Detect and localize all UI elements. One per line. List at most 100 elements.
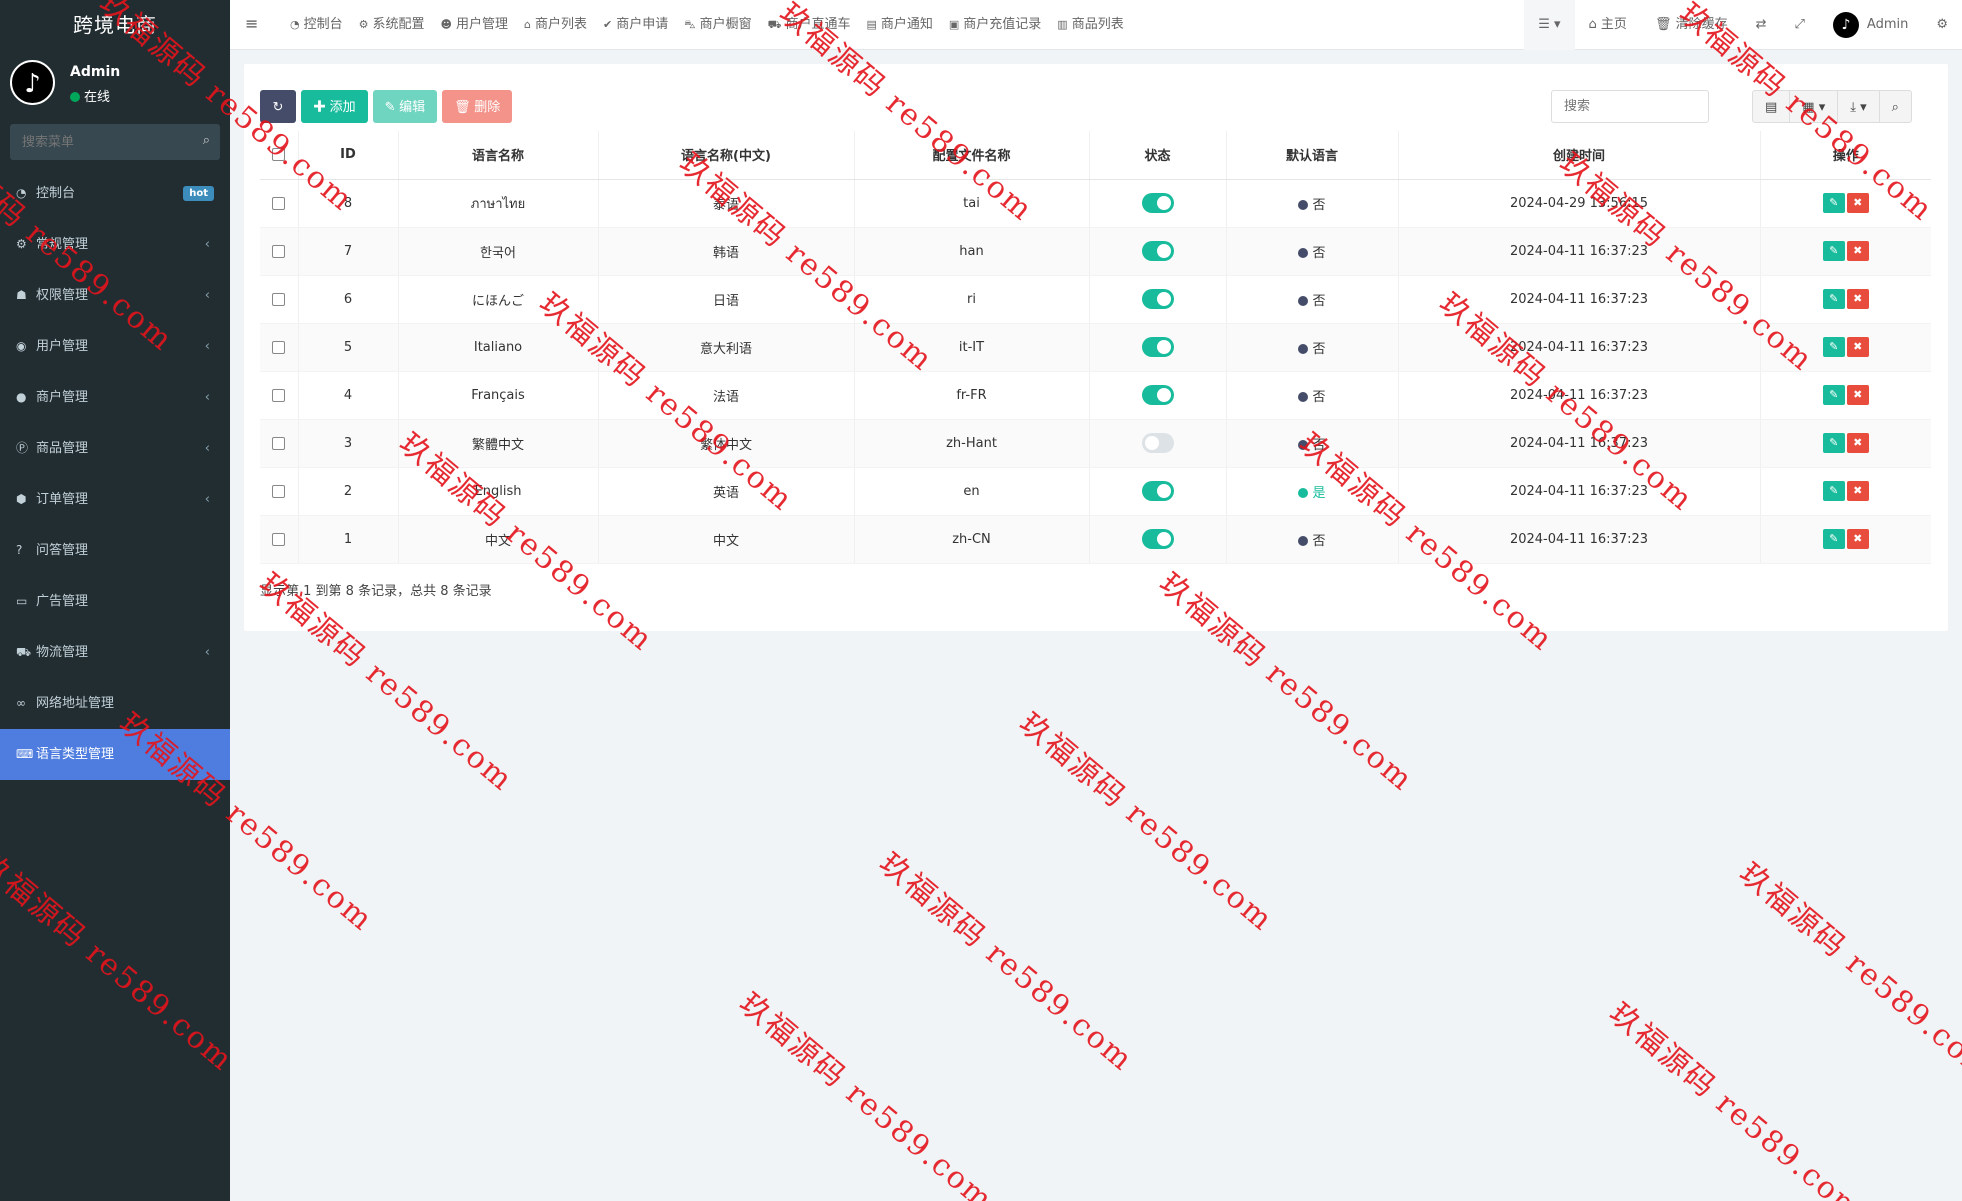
status-toggle[interactable] <box>1141 289 1174 309</box>
row-select[interactable] <box>260 371 299 420</box>
sidebar-item-general[interactable]: ⚙ 常规管理 ‹ <box>0 219 230 270</box>
status-toggle[interactable] <box>1141 481 1174 501</box>
row-select[interactable] <box>260 323 299 372</box>
row-select[interactable] <box>260 419 299 468</box>
edit-row-button[interactable]: ✎ <box>1822 433 1845 453</box>
sidebar-item-dashboard[interactable]: ◔ 控制台 hot <box>0 168 230 219</box>
edit-button[interactable]: ✎ 编辑 <box>372 90 438 123</box>
delete-row-button[interactable]: ✖ <box>1846 481 1869 501</box>
sidebar-item-orders[interactable]: ⬢ 订单管理 ‹ <box>0 474 230 525</box>
trash-icon: ✖ <box>1853 484 1863 497</box>
sidebar-item-network[interactable]: ∞ 网络地址管理 <box>0 678 230 729</box>
sidebar-item-logistics[interactable]: ⛟ 物流管理 ‹ <box>0 627 230 678</box>
row-select[interactable] <box>260 467 299 516</box>
col-id[interactable]: ID <box>298 131 399 180</box>
truck-icon: ⛟ <box>16 645 32 659</box>
clear-cache-button[interactable]: 🗑 清除缓存 <box>1641 0 1742 50</box>
col-config-file[interactable]: 配置文件名称 <box>854 131 1090 180</box>
delete-row-button[interactable]: ✖ <box>1846 193 1869 213</box>
sidebar-item-users[interactable]: ◉ 用户管理 ‹ <box>0 321 230 372</box>
tabs-dropdown-button[interactable]: ☰ ▾ <box>1524 0 1575 50</box>
tab-merchant-window[interactable]: ⛍ 商户橱窗 <box>684 0 767 50</box>
row-checkbox[interactable] <box>272 292 286 306</box>
sidebar-item-qa[interactable]: ? 问答管理 <box>0 525 230 576</box>
edit-row-button[interactable]: ✎ <box>1822 529 1845 549</box>
tab-dashboard[interactable]: ◔ 控制台 <box>290 0 359 50</box>
delete-row-button[interactable]: ✖ <box>1846 289 1869 309</box>
row-checkbox[interactable] <box>272 340 286 354</box>
delete-row-button[interactable]: ✖ <box>1846 433 1869 453</box>
table-search-input[interactable] <box>1551 90 1709 123</box>
status-toggle[interactable] <box>1141 337 1174 357</box>
row-select[interactable] <box>260 515 299 564</box>
edit-row-button[interactable]: ✎ <box>1822 193 1845 213</box>
tab-merchant-list[interactable]: ⌂ 商户列表 <box>524 0 603 50</box>
delete-row-button[interactable]: ✖ <box>1846 529 1869 549</box>
delete-row-button[interactable]: ✖ <box>1846 241 1869 261</box>
row-checkbox[interactable] <box>272 532 286 546</box>
translate-button[interactable]: ⇄ <box>1742 0 1781 50</box>
settings-button[interactable]: ⚙ <box>1922 0 1962 50</box>
sidebar-item-products[interactable]: Ⓟ 商品管理 ‹ <box>0 423 230 474</box>
edit-row-button[interactable]: ✎ <box>1822 481 1845 501</box>
refresh-button[interactable]: ↻ <box>260 90 296 123</box>
tab-merchant-recharge[interactable]: ▣ 商户充值记录 <box>949 0 1057 50</box>
tab-merchant-notice[interactable]: ▤ 商户通知 <box>866 0 948 50</box>
add-button[interactable]: ✚ 添加 <box>301 90 368 123</box>
select-all-header[interactable] <box>260 131 299 180</box>
col-name-cn[interactable]: 语言名称(中文) <box>598 131 855 180</box>
tab-merchant-apply[interactable]: ✔ 商户申请 <box>603 0 684 50</box>
status-toggle[interactable] <box>1141 385 1174 405</box>
tab-system-config[interactable]: ⚙ 系统配置 <box>359 0 441 50</box>
row-checkbox[interactable] <box>272 196 286 210</box>
status-toggle[interactable] <box>1141 193 1174 213</box>
col-name[interactable]: 语言名称 <box>398 131 599 180</box>
cell-config-file: it-IT <box>854 323 1090 372</box>
row-checkbox[interactable] <box>272 244 286 258</box>
status-toggle[interactable] <box>1141 433 1174 453</box>
fullscreen-button[interactable]: ⤢ <box>1781 0 1819 50</box>
export-button[interactable]: ⤓ ▾ <box>1837 90 1880 123</box>
tab-merchant-express[interactable]: ⛟ 商户直通车 <box>768 0 867 50</box>
sidebar-item-merchants[interactable]: ● 商户管理 ‹ <box>0 372 230 423</box>
row-checkbox[interactable] <box>272 436 286 450</box>
watermark: 玖福源码 re589.com <box>1602 996 1870 1201</box>
delete-row-button[interactable]: ✖ <box>1846 385 1869 405</box>
sidebar-item-permission[interactable]: ☗ 权限管理 ‹ <box>0 270 230 321</box>
cell-default: 是 <box>1226 467 1399 516</box>
delete-button[interactable]: 🗑 删除 <box>442 90 513 123</box>
home-link[interactable]: ⌂ 主页 <box>1575 0 1641 50</box>
status-toggle[interactable] <box>1141 241 1174 261</box>
row-select[interactable] <box>260 275 299 324</box>
tab-user-management[interactable]: ☻ 用户管理 <box>441 0 524 50</box>
col-status[interactable]: 状态 <box>1089 131 1227 180</box>
sidebar-item-label: 问答管理 <box>36 543 89 558</box>
admin-user-menu[interactable]: ♪ Admin <box>1819 0 1922 50</box>
row-select[interactable] <box>260 227 299 276</box>
edit-row-button[interactable]: ✎ <box>1822 241 1845 261</box>
tab-product-list[interactable]: ▥ 商品列表 <box>1057 0 1139 50</box>
brand-title[interactable]: 跨境电商 <box>0 0 230 50</box>
edit-row-button[interactable]: ✎ <box>1822 337 1845 357</box>
search-icon[interactable]: ⌕ <box>203 133 210 148</box>
select-all-checkbox[interactable] <box>272 148 286 162</box>
row-checkbox[interactable] <box>272 388 286 402</box>
columns-button[interactable]: ▦ ▾ <box>1789 90 1839 123</box>
edit-row-button[interactable]: ✎ <box>1822 385 1845 405</box>
status-dot-icon <box>1298 199 1309 210</box>
row-select[interactable] <box>260 179 299 228</box>
col-created[interactable]: 创建时间 <box>1398 131 1761 180</box>
tab-label: 商户列表 <box>534 17 587 32</box>
sidebar-item-ads[interactable]: ▭ 广告管理 <box>0 576 230 627</box>
money-icon: ▣ <box>948 18 960 31</box>
toggle-view-button[interactable]: ▤ <box>1752 90 1791 123</box>
status-toggle[interactable] <box>1141 529 1174 549</box>
menu-toggle-icon[interactable]: ≡ <box>245 14 258 33</box>
col-default-lang[interactable]: 默认语言 <box>1226 131 1399 180</box>
delete-row-button[interactable]: ✖ <box>1846 337 1869 357</box>
row-checkbox[interactable] <box>272 484 286 498</box>
sidebar-item-language[interactable]: ⌨ 语言类型管理 <box>0 729 230 780</box>
menu-search-input[interactable] <box>10 124 220 160</box>
search-toggle-button[interactable]: ⌕ <box>1878 90 1912 123</box>
edit-row-button[interactable]: ✎ <box>1822 289 1845 309</box>
